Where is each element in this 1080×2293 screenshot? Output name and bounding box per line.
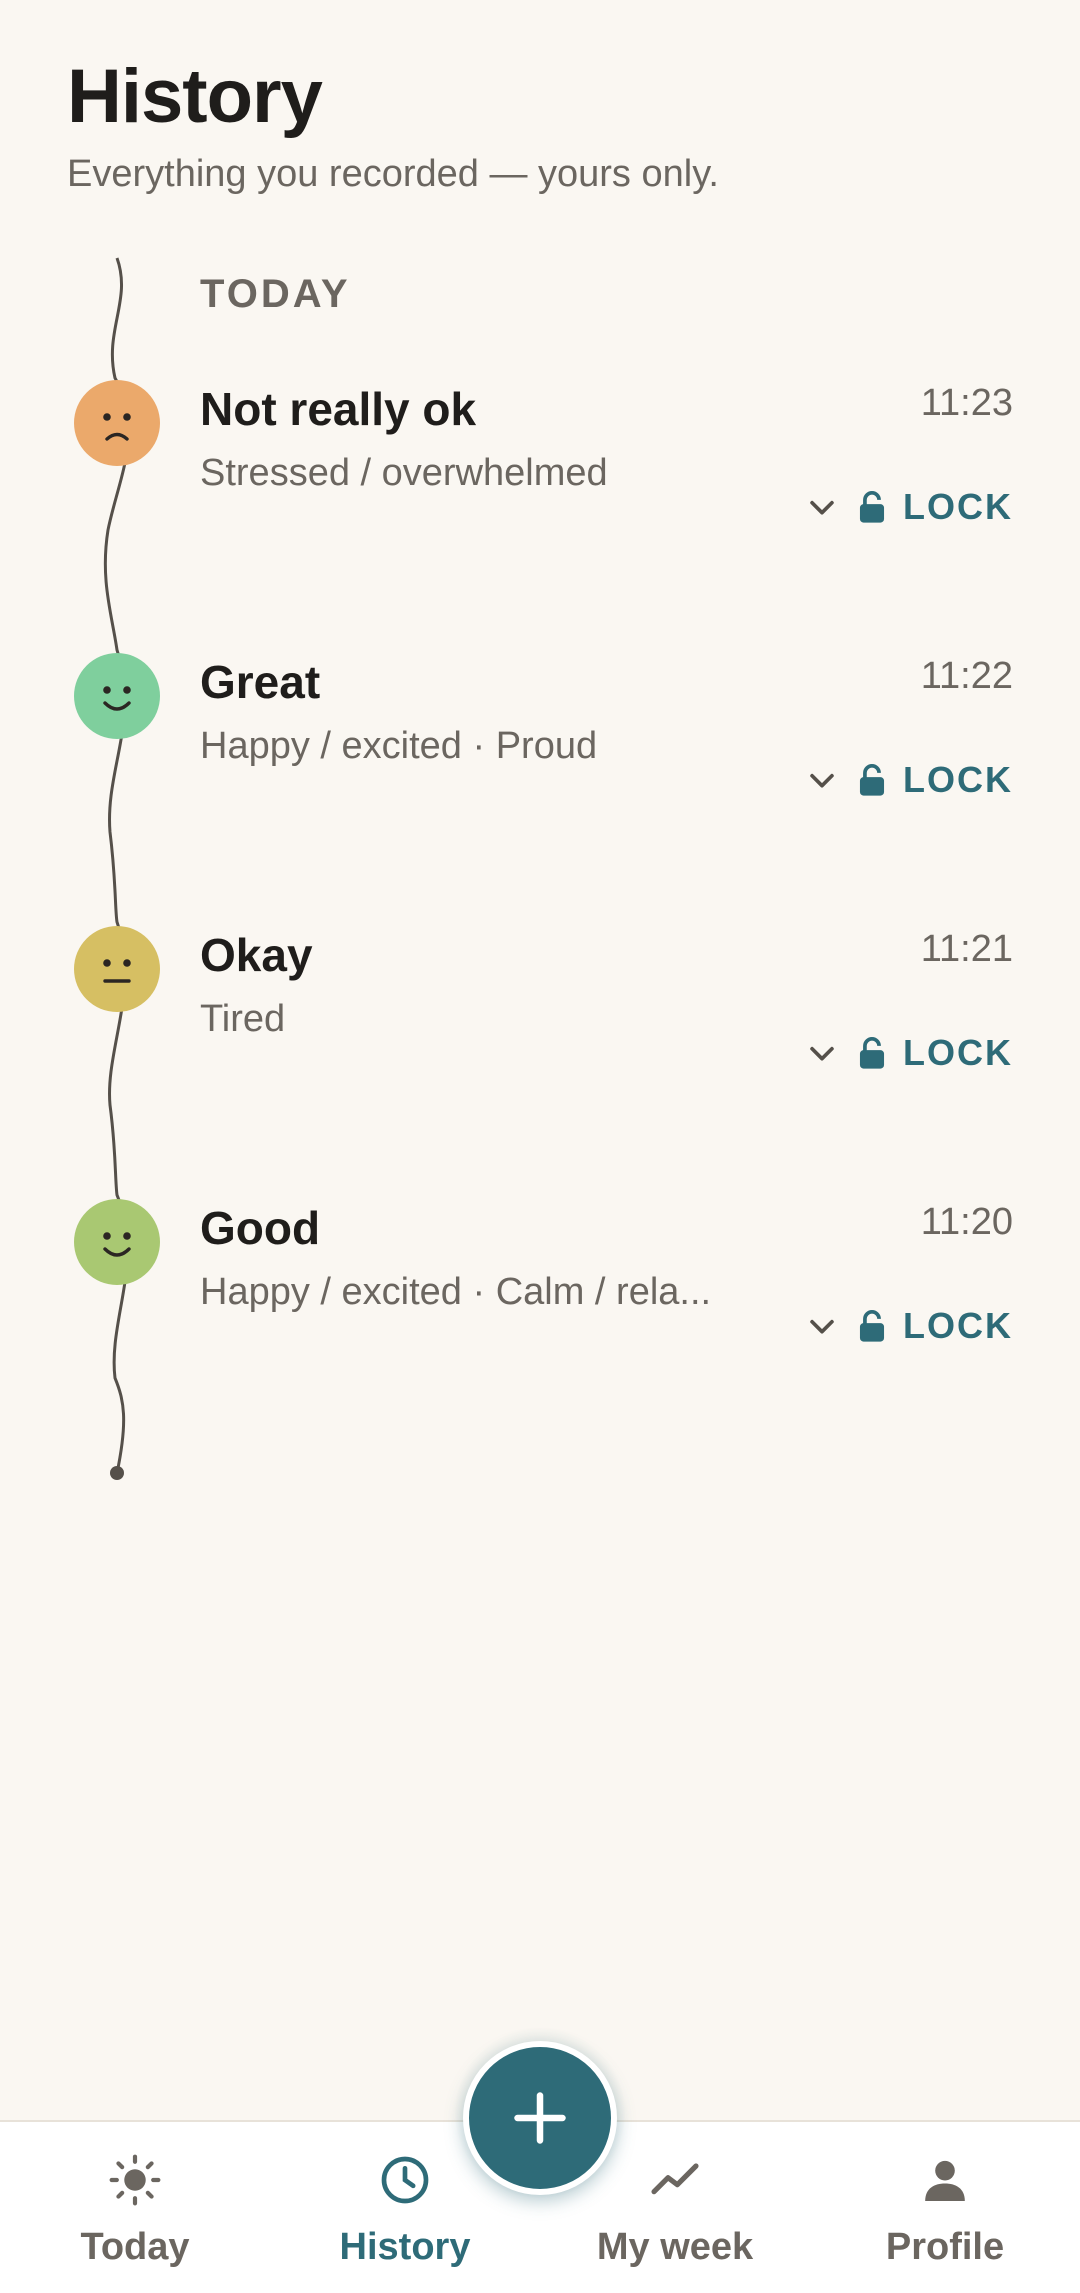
history-entry[interactable]: Good Happy / excited · Calm / rela... 11… [0, 1199, 1080, 1379]
lock-button[interactable]: LOCK [857, 759, 1013, 801]
chevron-down-icon[interactable] [805, 490, 839, 524]
mood-title: Great [200, 656, 321, 708]
entry-actions: LOCK [805, 757, 1013, 803]
lock-button[interactable]: LOCK [857, 486, 1013, 528]
mood-tags: Happy / excited · Proud [200, 725, 598, 767]
chevron-down-icon[interactable] [805, 1309, 839, 1343]
lock-label: LOCK [903, 1305, 1013, 1346]
nav-label: Today [80, 2226, 190, 2268]
lock-label: LOCK [903, 1032, 1013, 1073]
lock-label: LOCK [903, 759, 1013, 800]
chevron-down-icon[interactable] [805, 763, 839, 797]
mood-face-icon [74, 1199, 160, 1285]
unlock-icon [859, 1310, 885, 1342]
nav-item-today[interactable]: Today [25, 2152, 245, 2269]
nav-label: History [339, 2226, 471, 2268]
plus-icon [514, 2092, 566, 2144]
section-label-today: TODAY [200, 272, 351, 316]
lock-label: LOCK [903, 486, 1013, 527]
entry-actions: LOCK [805, 1030, 1013, 1076]
nav-label: Profile [885, 2226, 1005, 2268]
mood-tags: Tired [200, 998, 286, 1040]
entry-actions: LOCK [805, 484, 1013, 530]
mood-tags: Stressed / overwhelmed [200, 452, 608, 494]
lock-button[interactable]: LOCK [857, 1032, 1013, 1074]
history-entry[interactable]: Not really ok Stressed / overwhelmed 11:… [0, 380, 1080, 560]
entry-actions: LOCK [805, 1303, 1013, 1349]
entry-time: 11:22 [920, 655, 1013, 697]
nav-label: My week [596, 2226, 754, 2268]
unlock-icon [859, 764, 885, 796]
trend-icon [651, 2163, 699, 2195]
history-entry[interactable]: Great Happy / excited · Proud 11:22 LOCK [0, 653, 1080, 833]
unlock-icon [859, 1037, 885, 1069]
unlock-icon [859, 491, 885, 523]
chevron-down-icon[interactable] [805, 1036, 839, 1070]
mood-face-icon [74, 380, 160, 466]
mood-face-icon [74, 926, 160, 1012]
add-entry-button[interactable] [463, 2041, 617, 2195]
nav-item-profile[interactable]: Profile [835, 2152, 1055, 2269]
timeline-end-dot [110, 1466, 124, 1480]
entry-time: 11:21 [920, 928, 1013, 970]
clock-icon [381, 2156, 429, 2204]
page-title: History [67, 54, 323, 139]
mood-title: Not really ok [200, 383, 477, 435]
person-icon [925, 2160, 965, 2201]
entry-time: 11:20 [920, 1201, 1013, 1243]
lock-button[interactable]: LOCK [857, 1305, 1013, 1347]
mood-title: Okay [200, 929, 313, 981]
mood-tags: Happy / excited · Calm / rela... [200, 1271, 712, 1313]
mood-face-icon [74, 653, 160, 739]
history-entry[interactable]: Okay Tired 11:21 LOCK [0, 926, 1080, 1106]
sun-icon [109, 2154, 161, 2206]
entry-time: 11:23 [920, 382, 1013, 424]
mood-title: Good [200, 1202, 321, 1254]
page-subtitle: Everything you recorded — yours only. [67, 152, 719, 195]
page-header: History Everything you recorded — yours … [67, 55, 1040, 196]
